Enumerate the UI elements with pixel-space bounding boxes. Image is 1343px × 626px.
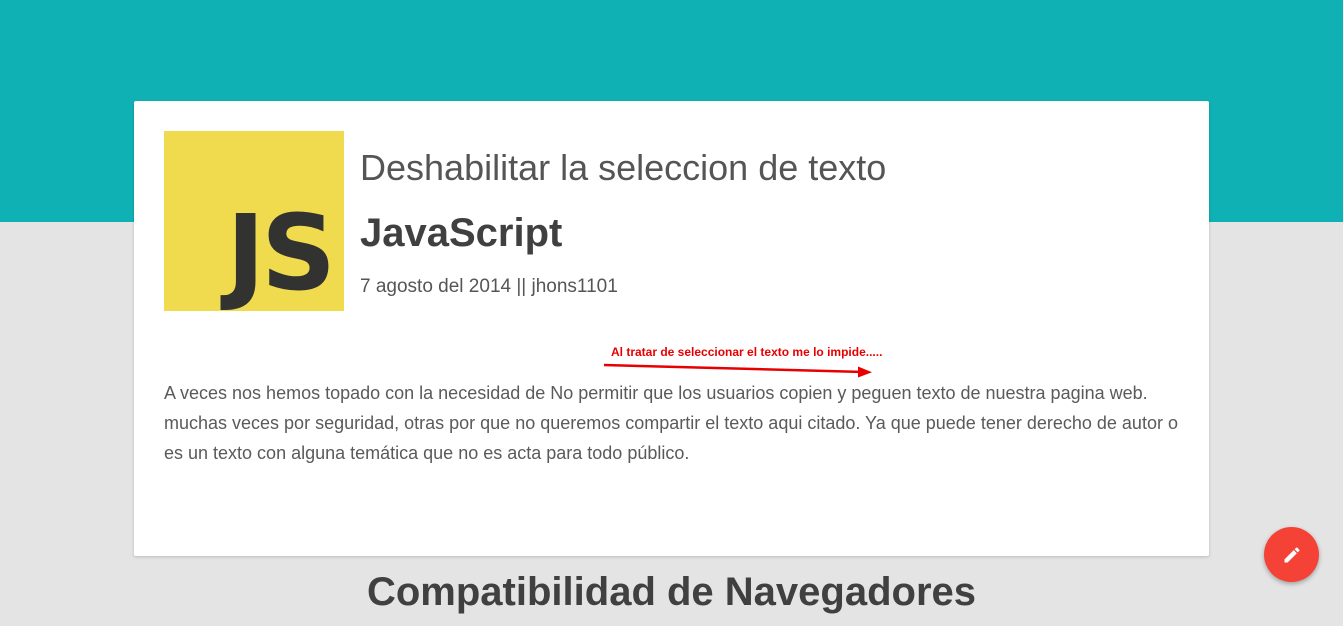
logo-text: JS [226,192,336,314]
post-title: Deshabilitar la seleccion de texto [360,147,887,188]
edit-fab-button[interactable] [1264,527,1319,582]
javascript-logo: JS [164,131,344,311]
annotation-text: Al tratar de seleccionar el texto me lo … [611,345,883,359]
post-meta: 7 agosto del 2014 || jhons1101 [360,276,618,297]
post-card: JS Deshabilitar la seleccion de texto Ja… [134,101,1209,556]
post-body: A veces nos hemos topado con la necesida… [164,378,1184,468]
post-paragraph: muchas veces por seguridad, otras por qu… [164,413,1178,463]
pencil-icon [1284,546,1300,562]
annotation-arrow-icon [603,363,872,378]
post-paragraph: A veces nos hemos topado con la necesida… [164,383,1148,403]
section-heading: Compatibilidad de Navegadores [366,570,977,614]
post-category: JavaScript [360,211,563,255]
